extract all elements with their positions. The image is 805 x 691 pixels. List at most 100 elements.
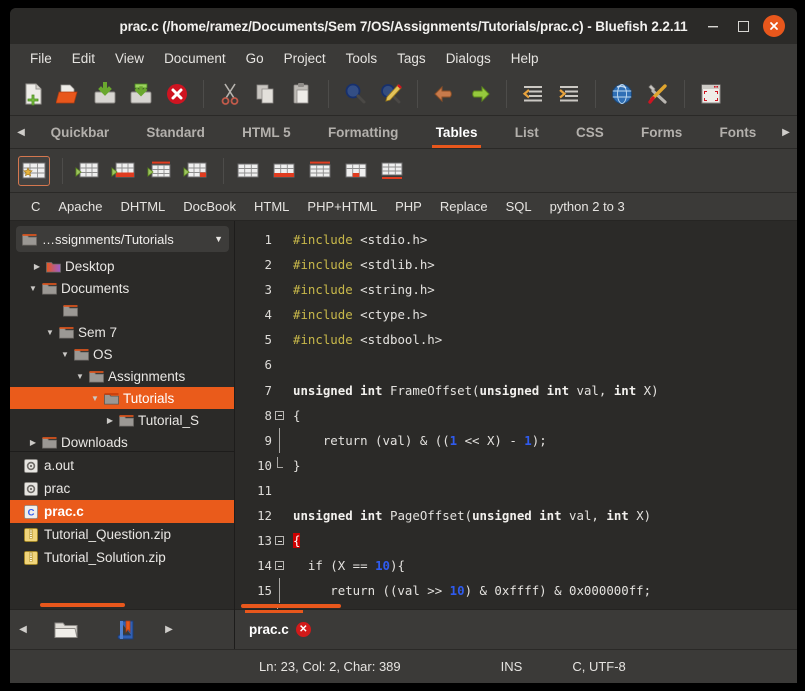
fold-marker-icon[interactable] [274,435,285,446]
file-item-tutorial-solution-zip[interactable]: Tutorial_Solution.zip [10,546,234,569]
find-replace-icon[interactable] [374,77,408,111]
lang-item-dhtml[interactable]: DHTML [111,197,174,216]
preview-browser-icon[interactable] [605,77,639,111]
expander-icon[interactable]: ▼ [45,328,55,337]
fold-marker-icon[interactable] [274,535,285,546]
lang-item-python2to3[interactable]: python 2 to 3 [541,197,634,216]
sidebar-next-arrow[interactable]: ▶ [156,624,182,635]
fold-marker-icon[interactable] [274,234,285,245]
redo-icon[interactable] [463,77,497,111]
expander-icon[interactable]: ▼ [60,350,70,359]
tab-html5[interactable]: HTML 5 [236,116,297,148]
code-line[interactable]: return ((val >> 10) & 0xffff) & 0x000000… [293,578,797,603]
code-line[interactable]: unsigned int PageOffset(unsigned int val… [293,503,797,528]
code-line[interactable]: { [293,528,797,553]
tab-list[interactable]: List [509,116,545,148]
chevron-down-icon[interactable]: ▼ [214,234,223,244]
code-line[interactable] [293,352,797,377]
fullscreen-icon[interactable] [694,77,728,111]
copy-icon[interactable] [249,77,283,111]
fold-marker-icon[interactable] [274,309,285,320]
lang-item-php[interactable]: PHP [386,197,431,216]
tree-item-documents[interactable]: ▼ Documents [10,277,234,299]
code-line[interactable]: { [293,403,797,428]
bookmark-book-icon[interactable] [96,619,156,641]
expander-icon[interactable]: ▼ [28,284,38,293]
close-file-icon[interactable] [160,77,194,111]
lang-item-php-html[interactable]: PHP+HTML [298,197,386,216]
table-plain-button[interactable] [232,156,264,186]
code-line[interactable] [293,478,797,503]
tab-formatting[interactable]: Formatting [322,116,405,148]
lang-item-replace[interactable]: Replace [431,197,497,216]
tree-item-sem7[interactable]: ▼ Sem 7 [10,321,234,343]
table-button[interactable] [71,156,103,186]
table-data-button[interactable] [340,156,372,186]
code-text[interactable]: #include <stdio.h>#include <stdlib.h>#in… [287,221,797,609]
tree-item-tutorial-s[interactable]: ▶ Tutorial_S [10,409,234,431]
folder-open-icon[interactable] [36,619,96,641]
find-icon[interactable] [338,77,372,111]
save-as-icon[interactable] [124,77,158,111]
close-icon[interactable]: ✕ [296,622,311,637]
menu-item-view[interactable]: View [105,48,154,69]
tab-standard[interactable]: Standard [140,116,211,148]
close-button[interactable] [763,15,785,37]
code-line[interactable]: #include <stdbool.h> [293,327,797,352]
tab-forms[interactable]: Forms [635,116,688,148]
table-body-button[interactable] [268,156,300,186]
fold-marker-icon[interactable] [274,334,285,345]
directory-tree[interactable]: ▶ Desktop ▼ Documents ▼ Sem 7 [10,254,234,452]
maximize-button[interactable] [733,16,753,36]
menu-item-edit[interactable]: Edit [62,48,105,69]
expander-icon[interactable]: ▼ [90,394,100,403]
indent-icon[interactable] [552,77,586,111]
menu-item-help[interactable]: Help [501,48,549,69]
lang-item-apache[interactable]: Apache [49,197,111,216]
code-line[interactable]: } [293,453,797,478]
tab-fonts[interactable]: Fonts [714,116,763,148]
file-item-prac[interactable]: prac [10,477,234,500]
tab-css[interactable]: CSS [570,116,610,148]
file-item-prac-c[interactable]: C prac.c [10,500,234,523]
code-line[interactable]: return (val) & ((1 << X) - 1); [293,428,797,453]
file-item-a-out[interactable]: a.out [10,454,234,477]
tree-item-os[interactable]: ▼ OS [10,343,234,365]
open-file-icon[interactable] [52,77,86,111]
menu-item-tags[interactable]: Tags [387,48,436,69]
code-editor[interactable]: 1234567891011121314151617181920212223 #i… [235,221,797,609]
tab-quickbar[interactable]: Quickbar [45,116,116,148]
minimize-button[interactable] [703,16,723,36]
code-line[interactable]: #include <stdio.h> [293,227,797,252]
code-line[interactable]: if (X == 10){ [293,553,797,578]
code-line[interactable]: #include <string.h> [293,277,797,302]
undo-icon[interactable] [427,77,461,111]
fold-marker-icon[interactable] [274,284,285,295]
table-foot-button[interactable] [376,156,408,186]
tree-item-tutorials[interactable]: ▼ Tutorials [10,387,234,409]
menu-item-project[interactable]: Project [274,48,336,69]
tabs-prev-arrow[interactable]: ◀ [10,116,32,148]
lang-item-html[interactable]: HTML [245,197,298,216]
code-line[interactable]: unsigned int FrameOffset(unsigned int va… [293,378,797,403]
tab-tables[interactable]: Tables [430,116,484,148]
tree-item-assignments[interactable]: ▼ Assignments [10,365,234,387]
file-list[interactable]: a.out prac C prac.c Tutorial_Question.zi… [10,452,234,609]
fold-marker-icon[interactable] [274,360,285,371]
table-head-button[interactable] [304,156,336,186]
cut-icon[interactable] [213,77,247,111]
table-header-button[interactable] [143,156,175,186]
tree-item-desktop[interactable]: ▶ Desktop [10,255,234,277]
table-wizard-button[interactable] [18,156,50,186]
unindent-icon[interactable] [516,77,550,111]
fold-marker-icon[interactable] [274,385,285,396]
fold-marker-icon[interactable] [274,510,285,521]
directory-selector[interactable]: …ssignments/Tutorials ▼ [16,226,229,252]
table-row-button[interactable] [107,156,139,186]
lang-item-docbook[interactable]: DocBook [174,197,245,216]
menu-item-document[interactable]: Document [154,48,236,69]
file-item-tutorial-question-zip[interactable]: Tutorial_Question.zip [10,523,234,546]
paste-icon[interactable] [285,77,319,111]
document-tab-prac-c[interactable]: prac.c ✕ [249,622,311,637]
expander-icon[interactable]: ▼ [75,372,85,381]
